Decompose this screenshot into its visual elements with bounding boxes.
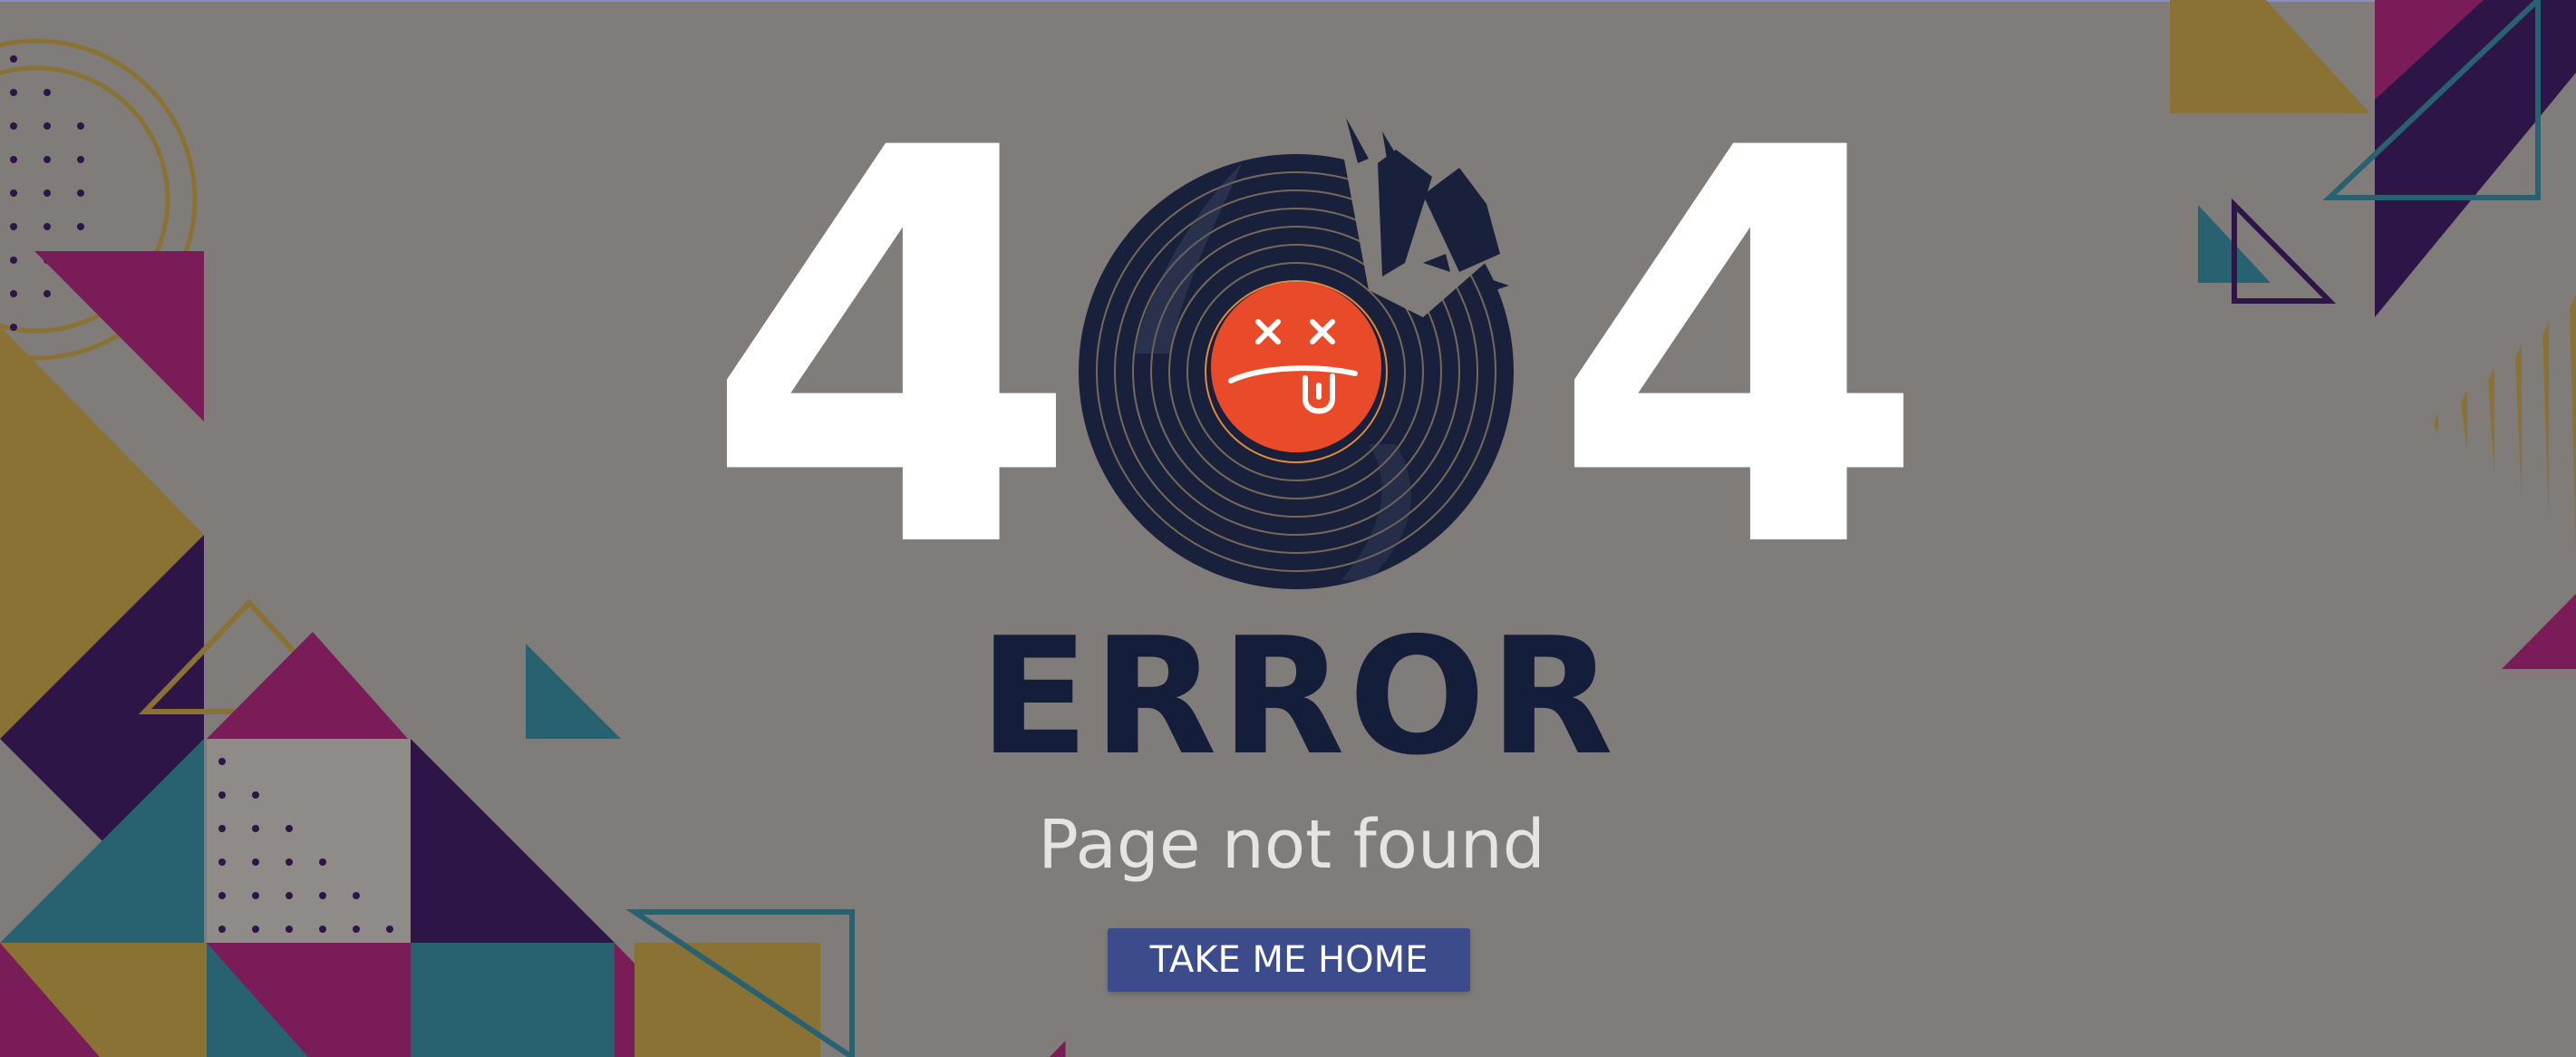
hero-digit-left: 4	[702, 34, 1081, 668]
error-heading: ERROR	[979, 603, 1618, 790]
error-message: Page not found	[1038, 806, 1545, 884]
small-triangle-decoration	[1050, 1041, 1066, 1057]
hero-digit-right: 4	[1550, 34, 1929, 668]
broken-vinyl-record-icon	[1079, 109, 1541, 589]
right-geometric-decoration	[2170, 0, 2576, 669]
take-me-home-button[interactable]: TAKE ME HOME	[1108, 928, 1470, 992]
